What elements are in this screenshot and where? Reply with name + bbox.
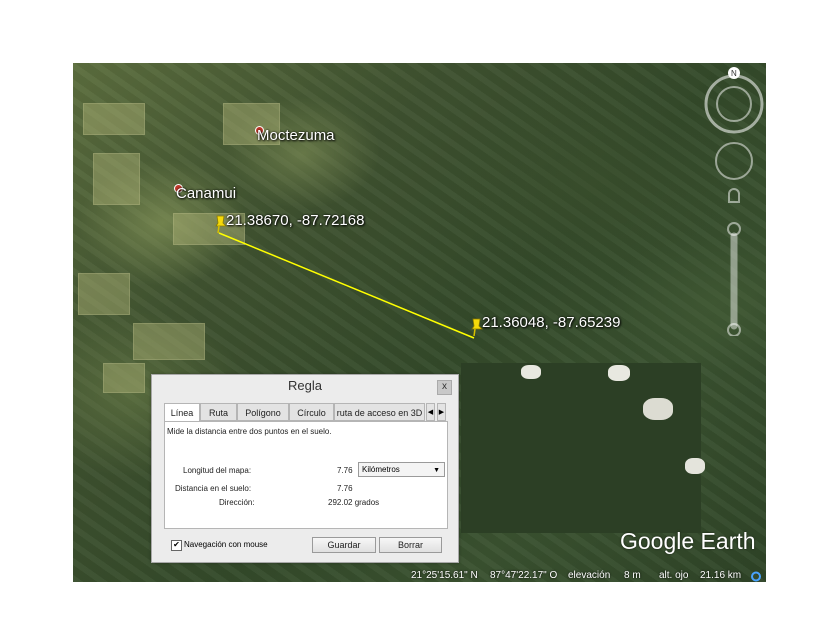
pushpin-icon[interactable] [469,317,483,337]
look-joystick-icon [716,86,752,122]
place-label-canamui[interactable]: Canamui [176,185,236,202]
dialog-title: Regla [288,378,322,393]
tab-ruta[interactable]: Ruta [200,403,237,421]
chevron-down-icon: ▼ [433,467,440,474]
ground-distance-value: 7.76 [337,484,353,493]
place-label-moctezuma[interactable]: Moctezuma [257,127,335,144]
status-elevation-value: 8 m [624,570,641,581]
mouse-navigation-checkbox[interactable]: ✔ [171,540,182,551]
navigation-controls[interactable]: N [701,66,765,336]
status-latitude: 21°25'15.61" N [411,570,478,581]
compass-ring-icon [704,74,764,134]
status-elevation-label: elevación [568,570,611,581]
mouse-navigation-label[interactable]: Navegación con mouse [184,540,268,549]
tab-scroll-left-icon[interactable]: ◀ [426,403,435,421]
google-earth-logo: Google Earth [620,528,756,554]
tab-scroll-right-icon[interactable]: ▶ [437,403,446,421]
status-longitude: 87°47'22.17" O [490,570,558,581]
pin-2-coords: 21.36048, -87.65239 [482,314,621,331]
ruler-dialog: Regla x Línea Ruta Polígono Círculo ruta… [151,374,459,563]
move-joystick-icon [715,142,753,180]
map-length-label: Longitud del mapa: [183,466,252,475]
street-view-icon [728,188,740,203]
status-bar: 21°25'15.61" N 87°47'22.17" O elevación … [73,570,766,582]
tab-ruta-3d[interactable]: ruta de acceso en 3D [334,403,425,421]
streaming-icon [751,571,761,582]
save-button[interactable]: Guardar [312,537,376,553]
status-altitude-value: 21.16 km [700,570,742,581]
pin-1-coords: 21.38670, -87.72168 [226,212,365,229]
tab-circulo[interactable]: Círculo [289,403,334,421]
unit-select[interactable]: Kilómetros ▼ [358,462,445,477]
direction-value: 292.02 grados [328,498,380,507]
description-text: Mide la distancia entre dos puntos en el… [167,427,332,436]
tab-linea[interactable]: Línea [164,403,200,422]
tab-poligono[interactable]: Polígono [237,403,289,421]
tab-panel-linea: Mide la distancia entre dos puntos en el… [164,421,448,529]
pushpin-icon[interactable] [213,214,227,234]
map-length-value: 7.76 [337,466,353,475]
ruler-line [218,232,475,339]
clear-button[interactable]: Borrar [379,537,442,553]
ground-distance-label: Distancia en el suelo: [175,484,252,493]
direction-label: Dirección: [219,498,255,507]
status-altitude-label: alt. ojo [659,570,689,581]
close-button[interactable]: x [437,380,452,395]
north-letter: N [731,69,737,78]
unit-select-value: Kilómetros [362,465,400,474]
